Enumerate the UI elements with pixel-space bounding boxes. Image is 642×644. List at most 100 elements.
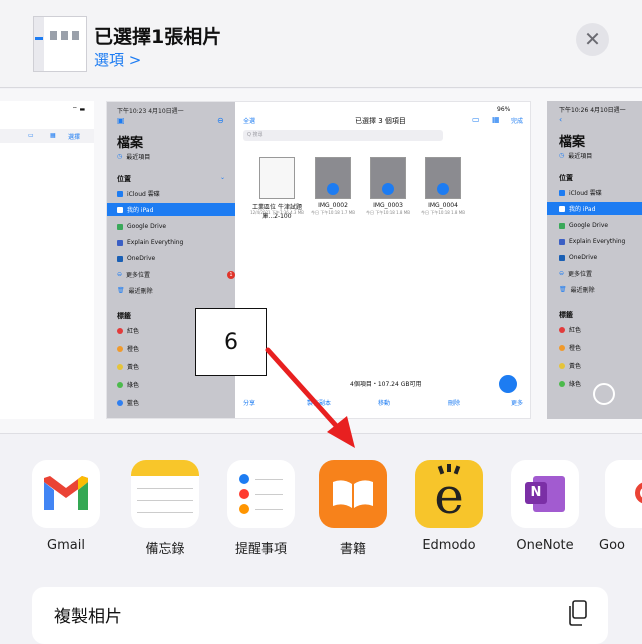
storage-status: 4個項目・107.24 GB可用 [350,381,422,388]
right-item-more-locations: ⊖ 更多位置 [559,270,593,278]
photo-preview-carousel[interactable]: ▭ ▦ 選擇 ⌔ ▬ 下午10:23 4月10日週一 ▣ ⊖ 檔案 ◷ 最近項目 … [0,89,642,434]
app-reminders[interactable]: 提醒事項 [219,460,303,557]
sidebar-item-explain-everything: Explain Everything [117,236,183,249]
share-sheet-header: 已選擇1張相片 選項 > ✕ [0,0,642,88]
right-sidebar-title: 檔案 [559,135,586,150]
preview-main-screenshot[interactable]: 下午10:23 4月10日週一 ▣ ⊖ 檔案 ◷ 最近項目 位置 ⌄ iCloud… [106,101,531,419]
right-item-icloud: iCloud 雲碟 [559,186,602,199]
sidebar-item-ipad: 我的 iPad [107,203,235,216]
action-share: 分享 [243,400,256,407]
reminders-icon [227,460,295,528]
right-tags-header: 標籤 [559,311,573,319]
back-icon: ‹ [559,115,563,124]
file-thumb-doc [259,157,295,199]
action-more: 更多 [511,400,524,407]
app-gmail[interactable]: Gmail [24,460,108,553]
right-tag-yellow: 黃色 [559,359,581,372]
gmail-icon [32,460,100,528]
file-meta-0: 12/4/2021 下午7:36 4.3 MB [250,210,304,215]
sidebar-item-onedrive: OneDrive [117,252,155,265]
files-content: 全選 已選擇 3 個項目 ▭ ▦ 完成 96% Q 搜尋 工業區位 牛津試題庫.… [235,102,532,418]
tags-header: 標籤 [117,312,131,320]
photo-thumbnail [33,16,87,72]
app-label-books: 書籍 [339,542,366,557]
app-label-google: Goo [599,538,625,553]
search-field: Q 搜尋 [243,130,443,141]
share-apps-row: Gmail 備忘錄 提醒事項 書籍 e Edmodo N OneNote Goo [0,435,642,575]
right-tag-red: 紅色 [559,323,581,336]
preview-right-partial[interactable]: 下午10:26 4月10日週一 ‹ 檔案 ◷ 最近項目 位置 iCloud 雲碟 … [547,101,642,419]
collapse-icon: ⌄ [220,174,226,181]
close-button[interactable]: ✕ [576,23,609,56]
close-icon: ✕ [584,27,601,51]
done-button: 完成 [511,118,524,125]
app-label-onenote: OneNote [516,538,574,553]
right-item-recently-deleted: 🗑 最近刪除 [559,286,595,294]
app-edmodo[interactable]: e Edmodo [407,460,491,553]
sidebar-title: 檔案 [117,136,144,151]
step-number-callout: 6 [195,308,267,376]
right-item-explain-everything: Explain Everything [559,235,625,248]
copy-photo-label: 複製相片 [54,607,122,627]
right-tag-orange: 橙色 [559,341,581,354]
preview-left-edit: 選擇 [68,134,81,141]
app-books[interactable]: 書籍 [311,460,395,557]
file-thumb-img3 [370,157,406,199]
select-all: 全選 [243,118,256,125]
right-recent: ◷ 最近項目 [559,152,593,160]
right-status-time: 下午10:26 4月10日週一 [559,107,626,114]
right-item-google-drive: Google Drive [559,219,608,232]
preview-left-partial[interactable]: ▭ ▦ 選擇 ⌔ ▬ [0,101,94,419]
sidebar-recent: ◷ 最近項目 [117,153,151,161]
sidebar-item-google-drive: Google Drive [117,220,166,233]
battery-indicator: 96% [497,106,511,113]
notes-icon [131,460,199,528]
wifi-icon: ⌔ ▬ [72,106,86,113]
sidebar-item-recently-deleted: 🗑 最近刪除 [117,287,153,295]
file-name-1: IMG_0002 [318,202,348,209]
tag-blue: 藍色 [117,396,139,409]
tag-red: 紅色 [117,324,139,337]
tag-orange: 橙色 [117,342,139,355]
action-move: 移動 [378,400,391,407]
tag-green: 綠色 [117,378,139,391]
folder-icon: ▭ [472,115,480,124]
file-meta-1: 今日 下午10:18 1.7 MB [311,210,355,215]
app-notes[interactable]: 備忘錄 [123,460,207,557]
action-delete: 刪除 [448,400,461,407]
onenote-icon: N [511,460,579,528]
right-tag-green: 綠色 [559,377,581,390]
file-meta-2: 今日 下午10:18 1.8 MB [366,210,410,215]
share-title: 已選擇1張相片 [94,26,222,48]
action-duplicate: 製作副本 [307,400,332,407]
file-name-3: IMG_0004 [428,202,458,209]
status-time: 下午10:23 4月10日週一 [117,108,184,115]
app-onenote[interactable]: N OneNote [503,460,587,553]
app-label-reminders: 提醒事項 [234,542,287,557]
app-label-notes: 備忘錄 [145,542,185,557]
grid-icon: ▦ [50,132,56,139]
sidebar-toggle-icon: ▣ [117,116,125,125]
right-item-ipad: 我的 iPad [547,202,642,215]
selected-count-title: 已選擇 3 個項目 [355,117,406,125]
more-icon: ⊖ [217,116,224,125]
options-link[interactable]: 選項 > [94,49,141,70]
copy-photo-action[interactable]: 複製相片 [32,587,608,644]
google-icon [605,460,642,528]
folder-add-icon: ▭ [28,132,34,139]
file-thumb-img2 [315,157,351,199]
app-label-edmodo: Edmodo [422,538,476,553]
file-thumb-img4 [425,157,461,199]
app-google[interactable]: Goo [599,460,642,553]
copy-icon [569,600,587,626]
tag-yellow: 黃色 [117,360,139,373]
file-name-2: IMG_0003 [373,202,403,209]
right-locations-header: 位置 [559,174,573,182]
edmodo-icon: e [415,460,483,528]
selection-circle-icon [593,383,615,405]
grid-icon: ▦ [492,115,500,124]
selection-check-icon [497,373,519,395]
right-item-onedrive: OneDrive [559,251,597,264]
sidebar-item-more-locations: ⊖ 更多位置 1 [117,268,235,281]
app-label-gmail: Gmail [47,538,85,553]
